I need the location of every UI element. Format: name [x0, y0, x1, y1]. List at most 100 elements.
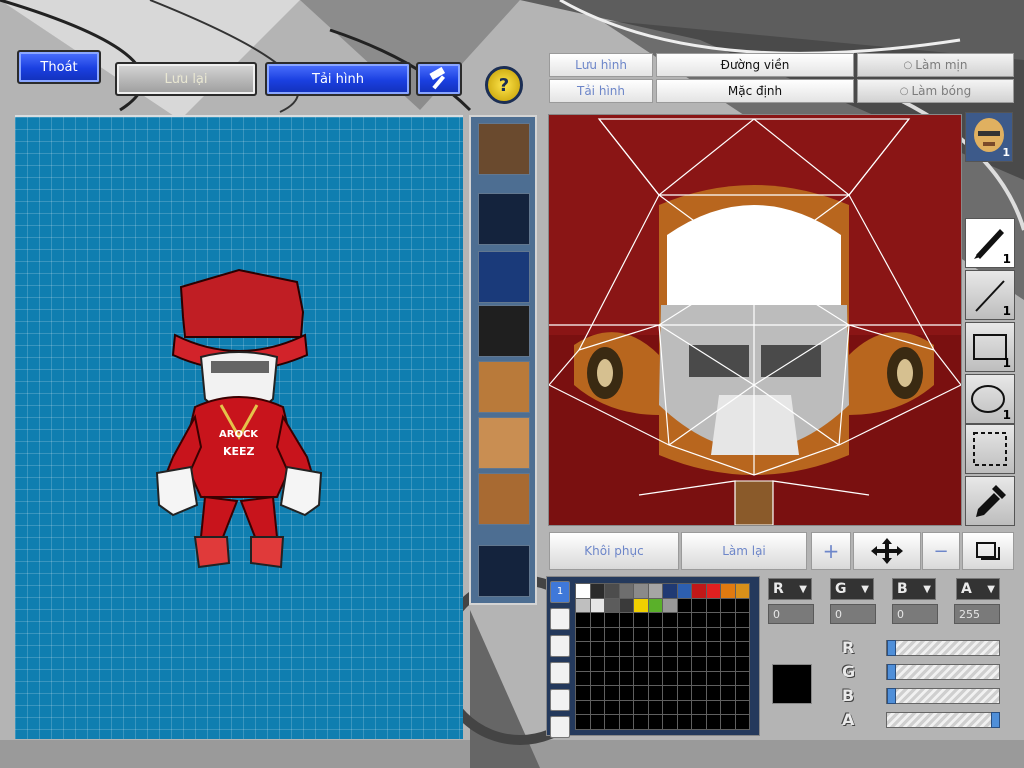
palette-tab-2[interactable] — [550, 608, 570, 630]
part-slot-empty-2[interactable] — [478, 545, 530, 597]
zoom-in-button[interactable]: + — [811, 532, 851, 570]
palette-swatch[interactable] — [734, 714, 750, 730]
brush-tool[interactable]: 1 — [965, 218, 1015, 268]
palette-swatch[interactable] — [720, 699, 736, 716]
palette-swatch[interactable] — [662, 626, 678, 643]
palette-swatch[interactable] — [691, 685, 707, 701]
palette-swatch[interactable] — [604, 641, 620, 657]
palette-swatch[interactable] — [662, 656, 678, 672]
palette-tab-3[interactable] — [550, 635, 570, 657]
texture-editor-canvas[interactable] — [548, 114, 962, 526]
g-slider[interactable] — [886, 664, 1000, 680]
palette-swatch[interactable] — [720, 597, 736, 614]
move-button[interactable] — [853, 532, 921, 570]
palette-swatch[interactable] — [720, 612, 736, 628]
redo-button[interactable]: Làm lại — [681, 532, 807, 570]
r-value-field[interactable]: 0 — [768, 604, 814, 624]
palette-swatch[interactable] — [691, 597, 707, 614]
load-image-button[interactable]: Tải hình — [265, 62, 411, 96]
palette-swatch[interactable] — [734, 597, 750, 614]
palette-swatch[interactable] — [662, 699, 678, 716]
palette-swatch[interactable] — [589, 714, 605, 730]
palette-swatch[interactable] — [720, 670, 736, 687]
palette-swatch[interactable] — [647, 641, 663, 657]
palette-swatch[interactable] — [647, 583, 663, 599]
g-channel-dropdown[interactable]: G ▼ — [830, 578, 874, 600]
palette-swatch[interactable] — [676, 597, 692, 614]
palette-swatch[interactable] — [575, 670, 591, 687]
palette-swatch[interactable] — [705, 626, 721, 643]
rectangle-tool[interactable]: 1 — [965, 322, 1015, 372]
palette-swatch[interactable] — [676, 641, 692, 657]
palette-swatch[interactable] — [618, 612, 634, 628]
palette-swatch[interactable] — [676, 670, 692, 687]
palette-swatch[interactable] — [720, 656, 736, 672]
palette-swatch[interactable] — [647, 626, 663, 643]
palette-swatch[interactable] — [604, 583, 620, 599]
palette-swatch[interactable] — [705, 685, 721, 701]
palette-swatch[interactable] — [647, 656, 663, 672]
palette-swatch[interactable] — [633, 583, 649, 599]
palette-swatch[interactable] — [662, 597, 678, 614]
face-preview-tool[interactable]: 1 — [965, 112, 1013, 162]
palette-grid[interactable] — [575, 583, 750, 730]
palette-swatch[interactable] — [647, 714, 663, 730]
palette-swatch[interactable] — [589, 699, 605, 716]
b-value-field[interactable]: 0 — [892, 604, 938, 624]
palette-swatch[interactable] — [589, 656, 605, 672]
palette-swatch[interactable] — [705, 641, 721, 657]
palette-swatch[interactable] — [662, 641, 678, 657]
palette-swatch[interactable] — [734, 583, 750, 599]
a-slider-knob[interactable] — [991, 712, 1000, 728]
palette-swatch[interactable] — [647, 670, 663, 687]
tab-load-image[interactable]: Tải hình — [549, 79, 653, 103]
palette-swatch[interactable] — [604, 626, 620, 643]
palette-swatch[interactable] — [662, 670, 678, 687]
tab-smooth[interactable]: ○ Làm mịn — [857, 53, 1014, 77]
palette-swatch[interactable] — [589, 583, 605, 599]
palette-swatch[interactable] — [691, 699, 707, 716]
character-preview-canvas[interactable]: AROCK KEEZ — [15, 115, 463, 739]
palette-swatch[interactable] — [633, 714, 649, 730]
a-value-field[interactable]: 255 — [954, 604, 1000, 624]
palette-swatch[interactable] — [575, 583, 591, 599]
palette-swatch[interactable] — [589, 612, 605, 628]
tab-shade[interactable]: ○ Làm bóng — [857, 79, 1014, 103]
palette-swatch[interactable] — [734, 641, 750, 657]
palette-swatch[interactable] — [604, 685, 620, 701]
palette-swatch[interactable] — [676, 626, 692, 643]
palette-swatch[interactable] — [618, 670, 634, 687]
a-slider[interactable] — [886, 712, 1000, 728]
palette-swatch[interactable] — [618, 699, 634, 716]
palette-swatch[interactable] — [604, 656, 620, 672]
palette-swatch[interactable] — [676, 699, 692, 716]
part-slot-mask[interactable] — [478, 305, 530, 357]
palette-swatch[interactable] — [589, 641, 605, 657]
part-slot-helmet[interactable] — [478, 251, 530, 303]
palette-swatch[interactable] — [734, 626, 750, 643]
line-tool[interactable]: 1 — [965, 270, 1015, 320]
palette-swatch[interactable] — [676, 714, 692, 730]
palette-swatch[interactable] — [705, 699, 721, 716]
palette-swatch[interactable] — [705, 583, 721, 599]
palette-swatch[interactable] — [575, 626, 591, 643]
tab-outline[interactable]: Đường viền — [656, 53, 854, 77]
palette-swatch[interactable] — [647, 597, 663, 614]
palette-swatch[interactable] — [647, 612, 663, 628]
palette-swatch[interactable] — [633, 641, 649, 657]
palette-swatch[interactable] — [604, 714, 620, 730]
palette-swatch[interactable] — [633, 670, 649, 687]
palette-swatch[interactable] — [662, 612, 678, 628]
palette-swatch[interactable] — [633, 612, 649, 628]
palette-swatch[interactable] — [676, 612, 692, 628]
palette-swatch[interactable] — [705, 656, 721, 672]
zoom-out-button[interactable]: − — [922, 532, 960, 570]
b-channel-dropdown[interactable]: B ▼ — [892, 578, 936, 600]
palette-swatch[interactable] — [705, 670, 721, 687]
palette-swatch[interactable] — [691, 714, 707, 730]
hammer-button[interactable] — [416, 62, 462, 96]
palette-swatch[interactable] — [575, 656, 591, 672]
palette-swatch[interactable] — [691, 583, 707, 599]
tab-default[interactable]: Mặc định — [656, 79, 854, 103]
b-slider-knob[interactable] — [887, 688, 896, 704]
